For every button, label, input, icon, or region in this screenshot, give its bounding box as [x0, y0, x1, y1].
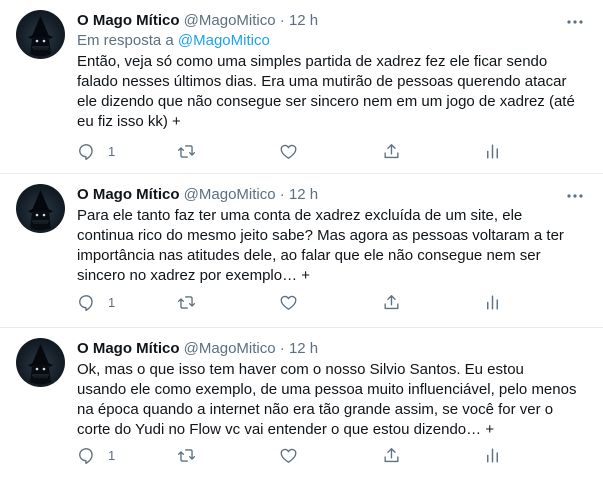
analytics-button[interactable] [483, 445, 502, 465]
retweet-icon [177, 448, 196, 462]
like-icon [280, 295, 297, 310]
more-icon[interactable] [565, 12, 585, 32]
reply-to-prefix: Em resposta a [77, 32, 174, 49]
separator-dot: · [279, 12, 285, 29]
share-button[interactable] [382, 292, 401, 312]
author-handle[interactable]: @MagoMitico [184, 186, 276, 203]
more-icon[interactable] [565, 186, 585, 206]
tweet-header: O Mago Mítico @MagoMitico · 12 h [77, 340, 318, 358]
like-button[interactable] [279, 292, 298, 312]
retweet-icon [177, 144, 196, 158]
retweet-button[interactable] [177, 292, 196, 312]
share-icon [384, 447, 399, 462]
author-handle[interactable]: @MagoMitico [184, 12, 276, 29]
tweet-text: Então, veja só como uma simples partida … [77, 53, 575, 130]
reply-icon [79, 294, 93, 311]
like-button[interactable] [279, 445, 298, 465]
like-icon [280, 144, 297, 159]
avatar[interactable] [16, 338, 65, 387]
reply-to-line: Em resposta a @MagoMitico [77, 32, 270, 50]
tweet-actions: 1 [77, 141, 498, 161]
reply-button[interactable]: 1 [77, 141, 115, 161]
tweet-time[interactable]: 12 h [289, 12, 318, 29]
tweet-thread: O Mago Mítico @MagoMitico · 12 h Em resp… [0, 0, 603, 480]
reply-count: 1 [108, 143, 116, 159]
reply-count: 1 [108, 447, 116, 463]
analytics-icon [487, 447, 498, 463]
tweet-header: O Mago Mítico @MagoMitico · 12 h [77, 12, 318, 30]
author-handle[interactable]: @MagoMitico [184, 340, 276, 357]
author-name[interactable]: O Mago Mítico [77, 340, 180, 357]
wizard-avatar-icon [28, 190, 53, 231]
author-name[interactable]: O Mago Mítico [77, 12, 180, 29]
tweet-time[interactable]: 12 h [289, 186, 318, 203]
separator-dot: · [279, 186, 285, 203]
reply-icon [79, 447, 93, 464]
share-icon [384, 294, 399, 309]
wizard-avatar-icon [28, 344, 53, 385]
analytics-icon [487, 294, 498, 310]
retweet-icon [177, 295, 196, 309]
tweet-actions: 1 [77, 292, 498, 312]
reply-to-handle-link[interactable]: @MagoMitico [178, 32, 270, 49]
retweet-button[interactable] [177, 445, 196, 465]
share-button[interactable] [382, 445, 401, 465]
share-icon [384, 143, 399, 158]
retweet-button[interactable] [177, 141, 196, 161]
wizard-avatar-icon [28, 16, 53, 57]
separator-dot: · [279, 340, 285, 357]
tweet-text: Para ele tanto faz ter uma conta de xadr… [77, 207, 564, 284]
analytics-icon [487, 143, 498, 159]
reply-button[interactable]: 1 [77, 292, 115, 312]
tweet[interactable]: O Mago Mítico @MagoMitico · 12 h Em resp… [0, 0, 603, 174]
reply-button[interactable]: 1 [77, 445, 115, 465]
analytics-button[interactable] [483, 292, 502, 312]
like-icon [280, 448, 297, 463]
analytics-button[interactable] [483, 141, 502, 161]
tweet-time[interactable]: 12 h [289, 340, 318, 357]
tweet-text: Ok, mas o que isso tem haver com o nosso… [77, 361, 577, 438]
reply-icon [79, 143, 93, 160]
avatar[interactable] [16, 184, 65, 233]
share-button[interactable] [382, 141, 401, 161]
tweet[interactable]: O Mago Mítico @MagoMitico · 12 h Para el… [0, 174, 603, 328]
tweet-actions: 1 [77, 445, 498, 465]
reply-count: 1 [108, 294, 116, 310]
tweet[interactable]: O Mago Mítico @MagoMitico · 12 h Ok, mas… [0, 328, 603, 480]
avatar[interactable] [16, 10, 65, 59]
tweet-header: O Mago Mítico @MagoMitico · 12 h [77, 186, 318, 204]
like-button[interactable] [279, 141, 298, 161]
author-name[interactable]: O Mago Mítico [77, 186, 180, 203]
